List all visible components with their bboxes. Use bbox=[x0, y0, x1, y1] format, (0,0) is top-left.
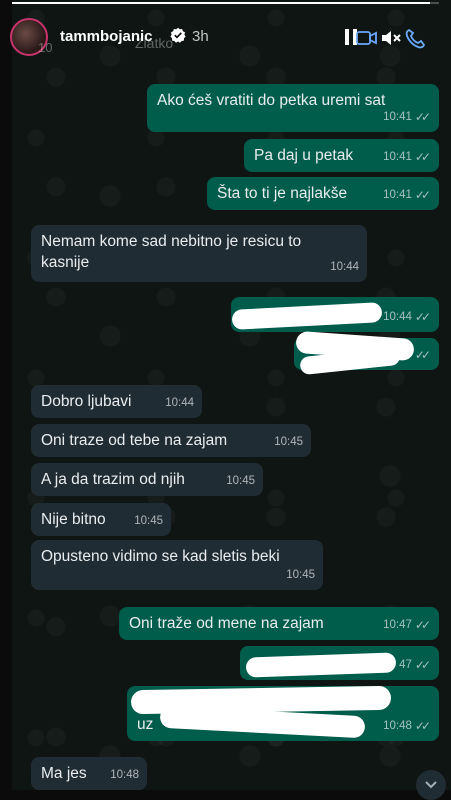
read-ticks-icon: ✓✓ bbox=[414, 719, 431, 733]
read-ticks-icon: ✓✓ bbox=[414, 150, 431, 164]
message-bubble-incoming[interactable]: Oni traze od tebe na zajam 10:45 bbox=[31, 424, 311, 457]
message-time: 10:44 bbox=[330, 261, 359, 273]
message-time: 10:44 bbox=[165, 397, 194, 409]
message-bubble-outgoing[interactable]: Oni traže od mene na zajam 10:47 ✓✓ bbox=[119, 607, 439, 640]
scroll-down-icon bbox=[425, 781, 437, 789]
message-time: 10:41 bbox=[383, 151, 412, 163]
message-time: 10:41 bbox=[383, 111, 412, 123]
message-bubble-incoming[interactable]: A ja da trazim od njih 10:45 bbox=[31, 463, 263, 496]
message-bubble-incoming[interactable]: Nemam kome sad nebitno je resicu to kasn… bbox=[31, 225, 367, 282]
message-time: 10:41 bbox=[383, 189, 412, 201]
message-bubble-incoming[interactable]: Ma jes 10:48 bbox=[31, 757, 147, 790]
message-time: 10:48 bbox=[383, 720, 412, 732]
message-time: 10:48 bbox=[110, 769, 139, 781]
message-text: A ja da trazim od njih bbox=[41, 471, 185, 488]
story-header: 10 Zlatko tammbojanic 3h bbox=[0, 18, 451, 64]
read-ticks-icon: ✓✓ bbox=[414, 658, 431, 672]
message-bubble-incoming[interactable]: Dobro ljubavi 10:44 bbox=[31, 385, 202, 418]
read-ticks-icon: ✓✓ bbox=[414, 310, 431, 324]
message-bubble-incoming[interactable]: Nije bitno 10:45 bbox=[31, 503, 171, 536]
message-time: 10:45 bbox=[286, 569, 315, 581]
read-ticks-icon: ✓✓ bbox=[414, 348, 431, 362]
message-bubble-outgoing[interactable]: Šta to ti je najlakše 10:41 ✓✓ bbox=[207, 177, 439, 210]
message-time: 10:45 bbox=[226, 475, 255, 487]
video-call-icon[interactable] bbox=[356, 30, 378, 46]
ghost-back-count: 10 bbox=[38, 40, 53, 55]
phone-icon[interactable] bbox=[404, 28, 426, 50]
story-progress-fill bbox=[12, 2, 431, 4]
message-text: Nemam kome sad nebitno je resicu to kasn… bbox=[41, 233, 306, 271]
message-bubble-outgoing[interactable]: Pa daj u petak 10:41 ✓✓ bbox=[244, 139, 439, 172]
story-progress-bar bbox=[12, 2, 439, 4]
read-ticks-icon: ✓✓ bbox=[414, 188, 431, 202]
message-text: Oni traze od tebe na zajam bbox=[41, 432, 228, 449]
story-username[interactable]: tammbojanic bbox=[60, 28, 153, 45]
message-time: 47 bbox=[399, 659, 412, 671]
message-time: 10:45 bbox=[274, 436, 303, 448]
mute-icon[interactable] bbox=[380, 28, 402, 48]
message-time: 10:44 bbox=[383, 311, 412, 323]
message-time: 10:45 bbox=[134, 515, 163, 527]
story-time-ago: 3h bbox=[192, 28, 209, 45]
read-ticks-icon: ✓✓ bbox=[414, 110, 431, 124]
verified-badge-icon bbox=[170, 27, 186, 43]
scroll-down-button[interactable] bbox=[416, 770, 446, 800]
message-time: 10:47 bbox=[383, 619, 412, 631]
read-ticks-icon: ✓✓ bbox=[414, 618, 431, 632]
message-text: Opusteno vidimo se kad sletis beki bbox=[41, 548, 280, 565]
message-bubble-outgoing[interactable]: Ako ćeš vratiti do petka uremi sat 10:41… bbox=[147, 84, 439, 132]
message-bubble-incoming[interactable]: Opusteno vidimo se kad sletis beki 10:45 bbox=[31, 540, 323, 590]
